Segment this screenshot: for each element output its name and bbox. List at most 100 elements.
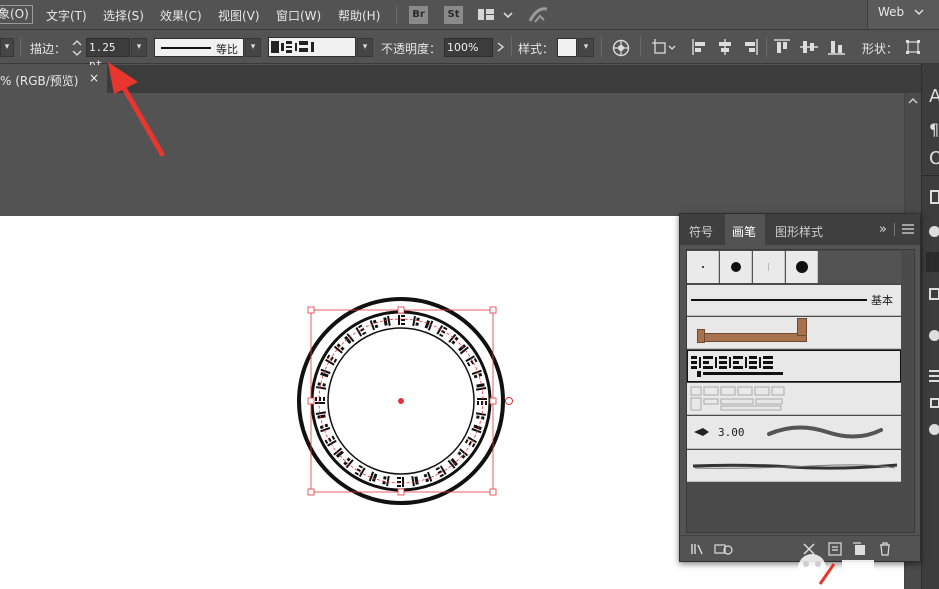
menu-select[interactable]: 选择(S) — [103, 7, 144, 24]
brush-row-scatter[interactable]: 3.00 — [687, 416, 901, 449]
stock-icon[interactable]: St — [444, 6, 463, 24]
stroke-weight-dropdown[interactable]: ▾ — [131, 38, 147, 57]
fill-dropdown-button[interactable]: ▾ — [0, 38, 14, 57]
align-vertical-icons[interactable] — [774, 39, 846, 55]
tab-symbols[interactable]: 符号 — [680, 214, 724, 245]
brush-tile — [465, 355, 478, 367]
paragraph-panel-icon[interactable]: ¶ — [929, 120, 939, 139]
character-panel-icon[interactable]: A — [929, 86, 939, 107]
brush-tile — [324, 435, 337, 447]
stroke-label[interactable]: 描边： — [30, 40, 66, 57]
brush-list-scrollbar[interactable] — [901, 250, 913, 532]
brush-list: 基本 3.00 — [686, 249, 915, 533]
brush-row-basic[interactable]: 基本 — [687, 285, 901, 316]
profile-label: 等比 — [216, 43, 238, 56]
brush-swatch[interactable] — [786, 251, 818, 283]
opentype-panel-icon[interactable]: O — [929, 148, 939, 169]
brush-row-selected-pattern[interactable] — [687, 350, 901, 382]
close-tab-icon[interactable]: × — [89, 71, 99, 85]
annotation-arrow — [108, 62, 165, 157]
symbols-icon[interactable] — [929, 226, 939, 237]
brush-row-rope[interactable] — [687, 317, 901, 349]
panel-tab-bar: 符号 画笔 图形样式 » — [680, 214, 920, 245]
brush-tile — [398, 315, 405, 325]
opacity-input[interactable]: 100% — [444, 38, 493, 57]
tab-brushes[interactable]: 画笔 — [725, 214, 765, 245]
opacity-label[interactable]: 不透明度： — [381, 40, 441, 57]
shape-bounds-icon[interactable] — [905, 39, 921, 55]
brush-dot-icon — [731, 262, 741, 272]
bridge-icon[interactable]: Br — [409, 6, 428, 24]
brush-dropdown[interactable]: ▾ — [357, 38, 373, 57]
control-divider — [511, 37, 512, 57]
brush-tile — [435, 465, 447, 478]
align-horizontal-icons[interactable] — [692, 39, 760, 55]
menu-help[interactable]: 帮助(H) — [338, 7, 380, 24]
profile-line — [161, 47, 211, 49]
brush-tile — [397, 477, 404, 487]
brush-swatch[interactable] — [687, 251, 719, 283]
calligraphic-brushes-row — [687, 251, 901, 283]
menu-window[interactable]: 窗口(W) — [276, 7, 321, 24]
glyph-pattern-preview — [691, 356, 783, 377]
stroke-stepper[interactable] — [71, 38, 83, 58]
collapse-panel-icon[interactable]: » — [879, 222, 887, 237]
brush-swatch[interactable] — [720, 251, 752, 283]
recolor-artwork-icon[interactable] — [612, 39, 630, 57]
brush-definition-preview[interactable] — [268, 37, 356, 57]
workspace-switcher[interactable]: Web — [867, 0, 939, 29]
brush-tile — [325, 354, 338, 366]
document-info-icon[interactable] — [930, 190, 939, 204]
brush-tile — [344, 333, 355, 344]
style-dropdown[interactable]: ▾ — [578, 38, 594, 57]
menu-view[interactable]: 视图(V) — [218, 7, 260, 24]
brush-row-art[interactable] — [687, 450, 901, 482]
brush-row-outline-pattern[interactable] — [687, 383, 901, 415]
brush-tile — [333, 343, 345, 354]
color-icon[interactable] — [929, 424, 939, 435]
profile-dropdown[interactable]: ▾ — [245, 38, 261, 57]
arrange-documents-icon[interactable] — [477, 7, 515, 23]
artboards-icon[interactable] — [930, 398, 939, 408]
brush-dot-icon — [702, 266, 704, 268]
appearance-icon[interactable] — [929, 330, 939, 341]
brush-tile — [354, 464, 366, 477]
brush-tile — [464, 436, 477, 448]
opacity-arrow-icon[interactable] — [497, 42, 505, 52]
graphic-styles-icon[interactable] — [929, 288, 939, 300]
document-tab[interactable]: % (RGB/预览) × — [0, 65, 107, 93]
gpu-performance-icon[interactable] — [527, 5, 551, 25]
brush-swatch[interactable] — [753, 251, 785, 283]
brush-tile — [448, 333, 459, 345]
layers-icon[interactable] — [929, 370, 939, 372]
brushes-panel-icon[interactable] — [926, 252, 939, 272]
brush-libraries-icon[interactable] — [690, 542, 706, 556]
menu-effect[interactable]: 效果(C) — [160, 7, 202, 24]
menu-type[interactable]: 文字(T) — [46, 7, 87, 24]
basic-stroke-preview — [691, 299, 867, 301]
brush-tile — [383, 315, 391, 326]
menu-object[interactable]: 象(O) — [0, 5, 33, 24]
graphic-style-swatch[interactable] — [557, 38, 577, 57]
chevron-down-icon — [914, 9, 924, 16]
rotate-handle[interactable] — [505, 397, 513, 405]
shape-label[interactable]: 形状： — [862, 40, 898, 57]
circle-artwork[interactable] — [290, 296, 520, 508]
style-label[interactable]: 样式： — [518, 40, 554, 57]
tab-graphic-styles[interactable]: 图形样式 — [769, 214, 839, 245]
panel-menu-icon[interactable] — [902, 224, 914, 234]
stroke-weight-input[interactable]: 1.25 pt — [86, 38, 130, 71]
control-divider — [640, 37, 641, 57]
libraries-panel-icon[interactable] — [714, 542, 734, 556]
brush-pattern-icon — [271, 41, 314, 53]
brush-tile — [412, 315, 420, 327]
brush-tile — [320, 368, 331, 378]
scroll-up-icon[interactable] — [908, 97, 918, 105]
variable-width-profile[interactable]: 等比 — [154, 38, 244, 57]
center-point — [398, 398, 404, 404]
brush-tile — [471, 369, 483, 379]
scatter-brush-icon — [694, 428, 709, 436]
brush-dot-icon — [768, 263, 769, 271]
rope-start-preview — [697, 329, 705, 343]
transform-icon[interactable] — [652, 39, 678, 55]
